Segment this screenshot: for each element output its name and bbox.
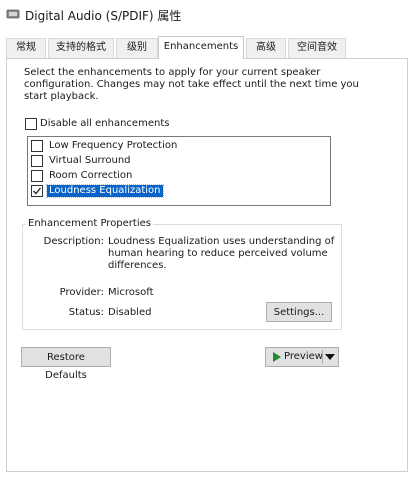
disable-all-label: Disable all enhancements bbox=[40, 118, 170, 129]
list-item-room-correction[interactable]: Room Correction bbox=[31, 169, 321, 184]
group-title: Enhancement Properties bbox=[26, 218, 153, 229]
list-item-label: Virtual Surround bbox=[49, 155, 131, 166]
checkbox[interactable] bbox=[31, 155, 43, 167]
list-item-label: Loudness Equalization bbox=[46, 184, 164, 198]
list-item-label: Room Correction bbox=[49, 170, 133, 181]
description-line: human hearing to reduce perceived volume bbox=[108, 248, 328, 259]
settings-button[interactable]: Settings... bbox=[266, 302, 332, 322]
provider-label: Provider: bbox=[59, 287, 104, 298]
window-title: Digital Audio (S/PDIF) 属性 bbox=[25, 9, 182, 23]
preview-label: Preview bbox=[284, 351, 323, 362]
split-divider bbox=[322, 350, 323, 364]
list-item-low-frequency-protection[interactable]: Low Frequency Protection bbox=[31, 139, 321, 154]
dropdown-arrow-icon[interactable] bbox=[325, 354, 335, 361]
description-label: Description: bbox=[43, 236, 104, 247]
list-item-virtual-surround[interactable]: Virtual Surround bbox=[31, 154, 321, 169]
list-item-loudness-equalization[interactable]: Loudness Equalization bbox=[31, 184, 321, 199]
tab-enhancements[interactable]: Enhancements bbox=[158, 36, 244, 59]
checkbox[interactable] bbox=[31, 185, 43, 197]
checkbox[interactable] bbox=[31, 140, 43, 152]
preview-button[interactable]: Preview bbox=[265, 347, 339, 367]
tab-levels[interactable]: 级别 bbox=[116, 38, 158, 58]
title-bar: Digital Audio (S/PDIF) 属性 bbox=[0, 0, 416, 30]
tab-general[interactable]: 常规 bbox=[6, 38, 46, 58]
status-value: Disabled bbox=[108, 307, 152, 318]
tab-spatial-sound[interactable]: 空间音效 bbox=[288, 38, 346, 58]
description-line: differences. bbox=[108, 260, 167, 271]
play-icon bbox=[273, 352, 281, 362]
description-value: Loudness Equalization uses understanding… bbox=[108, 236, 338, 272]
tab-advanced[interactable]: 高级 bbox=[246, 38, 286, 58]
enhancements-list[interactable]: Low Frequency Protection Virtual Surroun… bbox=[27, 136, 331, 206]
checkbox[interactable] bbox=[31, 170, 43, 182]
restore-defaults-button[interactable]: Restore Defaults bbox=[21, 347, 111, 381]
tab-supported-formats[interactable]: 支持的格式 bbox=[48, 38, 114, 58]
speaker-icon bbox=[6, 9, 20, 19]
checkmark-icon bbox=[33, 187, 42, 195]
provider-value: Microsoft bbox=[108, 287, 154, 298]
intro-text: Select the enhancements to apply for you… bbox=[24, 67, 359, 102]
tab-strip: 常规 支持的格式 级别 Enhancements 高级 空间音效 bbox=[0, 36, 416, 59]
disable-all-checkbox[interactable] bbox=[25, 118, 37, 130]
description-line: Loudness Equalization uses understanding… bbox=[108, 236, 335, 247]
status-label: Status: bbox=[68, 307, 104, 318]
list-item-label: Low Frequency Protection bbox=[49, 140, 178, 151]
